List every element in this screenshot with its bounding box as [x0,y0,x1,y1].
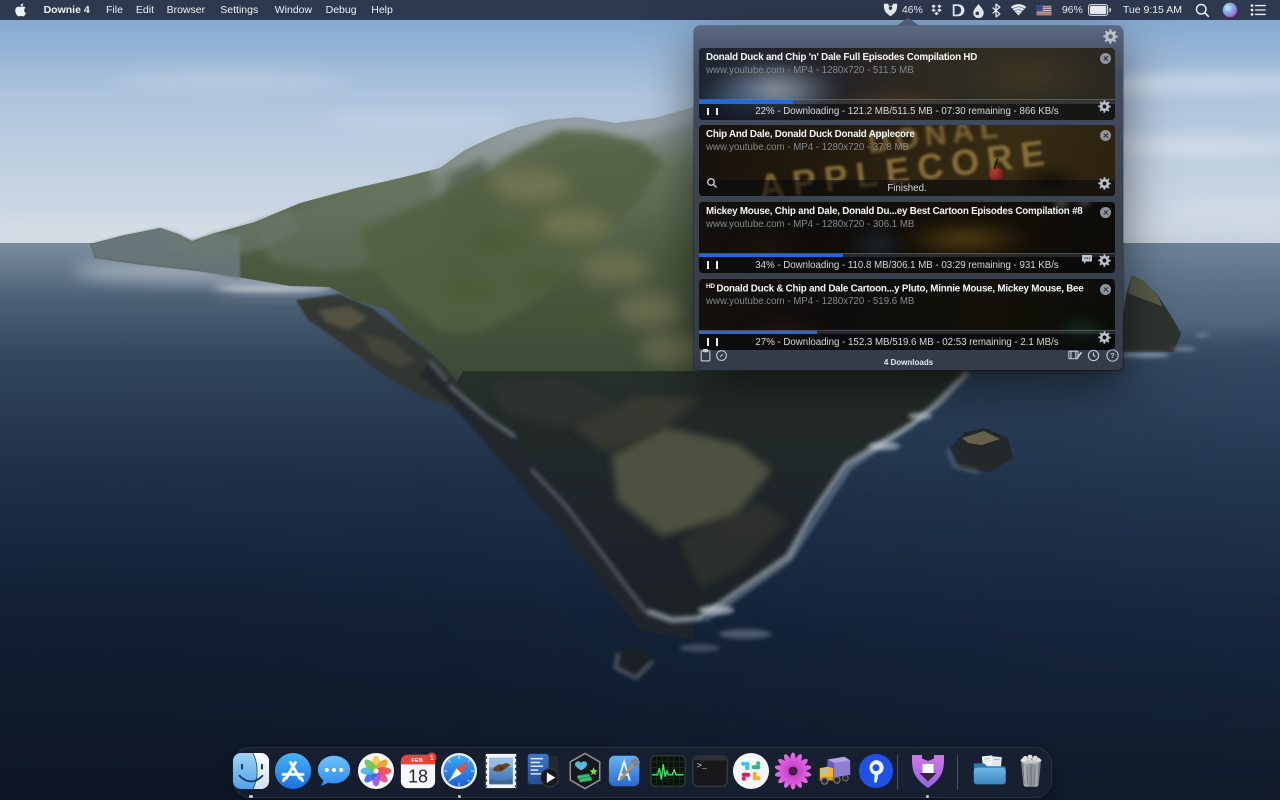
svg-text:18: 18 [408,766,428,786]
svg-text:FEB: FEB [411,758,423,764]
svg-text:1: 1 [429,754,433,762]
svg-text:?: ? [1110,353,1114,360]
svg-text:>_: >_ [696,761,707,771]
